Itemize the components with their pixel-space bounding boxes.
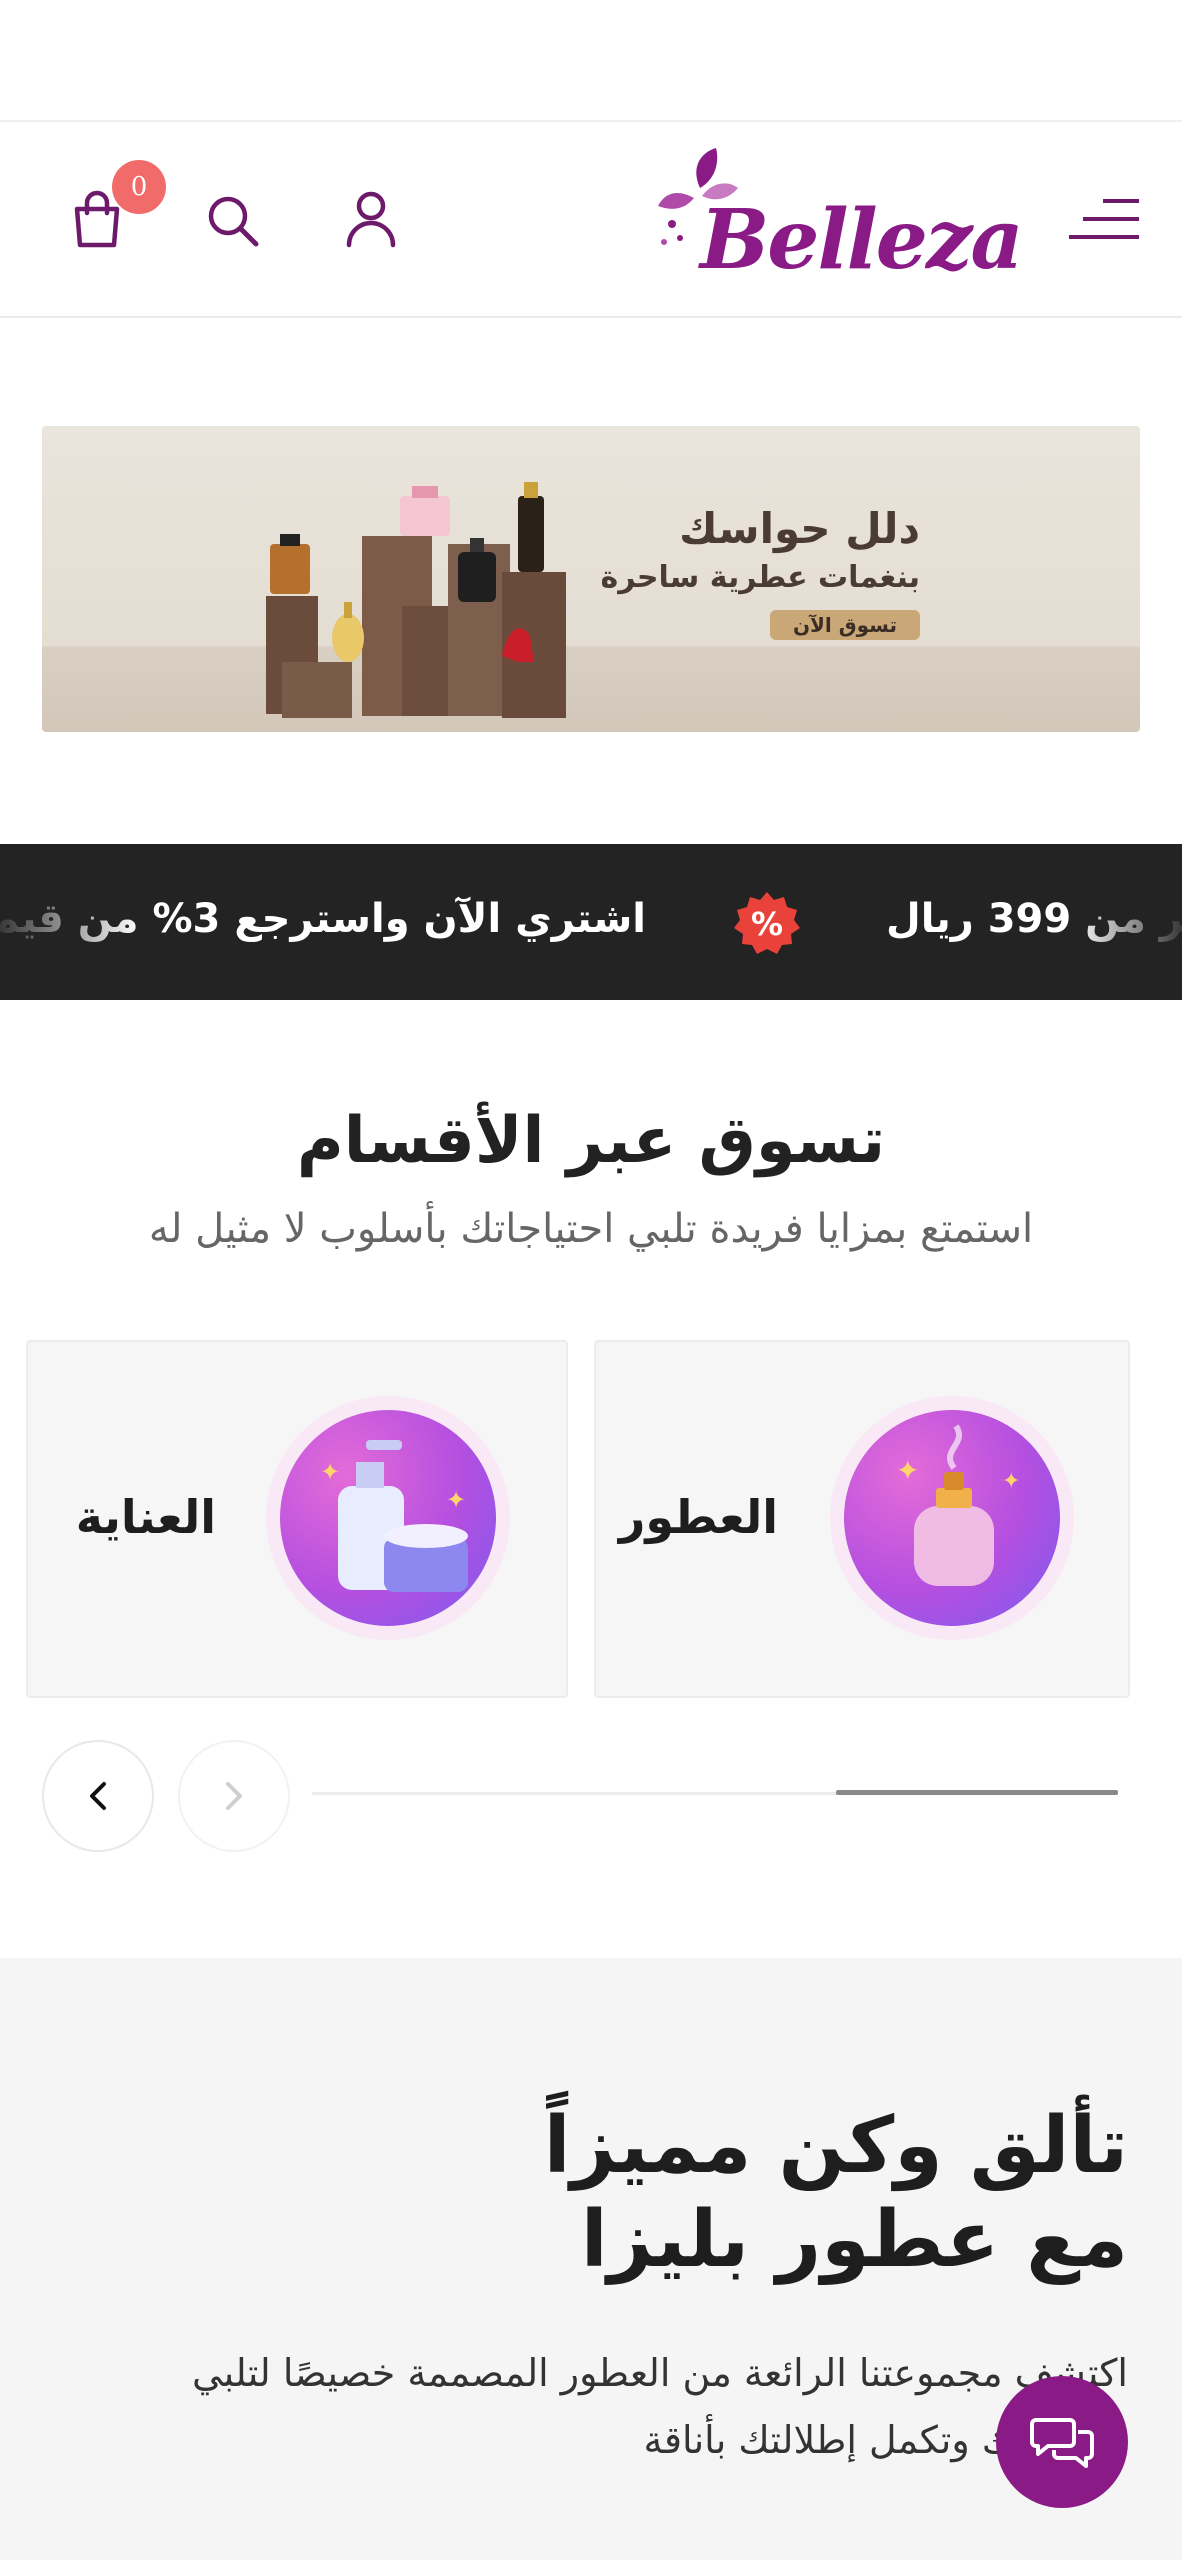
ticker-fade-right <box>1072 844 1182 1000</box>
user-icon <box>346 191 396 248</box>
chevron-right-icon <box>226 1782 242 1810</box>
banner-shop-now-button[interactable]: تسوق الآن <box>770 610 920 640</box>
top-strip <box>0 0 1182 122</box>
promo-title-line2: مع عطور بليزا <box>580 2194 1128 2285</box>
svg-text:✦: ✦ <box>896 1454 919 1487</box>
promo-ticker: كثر من 399 ريال اشتري الآن واسترجع 3% من… <box>0 844 1182 1000</box>
search-icon <box>208 196 259 247</box>
menu-icon <box>1069 199 1139 239</box>
slider-next-button[interactable] <box>178 1740 290 1852</box>
categories-subtitle: استمتع بمزايا فريدة تلبي احتياجاتك بأسلو… <box>148 1206 1034 1252</box>
hero-banner[interactable]: دلل حواسك بنغمات عطرية ساحرة تسوق الآن <box>42 426 1140 732</box>
category-label-care: العناية <box>75 1490 216 1544</box>
cart-count-badge: 0 <box>112 160 166 214</box>
promo-title-line1: تألق وكن مميزاً <box>543 2101 1128 2191</box>
banner-subtitle: بنغمات عطرية ساحرة <box>600 560 920 595</box>
promo-description: اكتشف مجموعتنا الرائعة من العطور المصممة… <box>192 2351 1128 2462</box>
banner-title: دلل حواسك <box>679 504 920 553</box>
ticker-fade-left <box>0 844 140 1000</box>
brand-wordmark: Belleza <box>700 192 1024 288</box>
category-card-care[interactable]: ✦ ✦ العناية <box>26 1340 568 1698</box>
chat-icon <box>1030 2418 1094 2468</box>
menu-button[interactable] <box>1062 182 1146 256</box>
svg-text:✦: ✦ <box>1002 1469 1020 1494</box>
brand-logo[interactable]: Belleza <box>650 148 1024 298</box>
svg-text:✦: ✦ <box>320 1458 340 1486</box>
search-button[interactable] <box>196 184 270 258</box>
perfume-icon: ✦ ✦ <box>844 1410 1060 1626</box>
promo-title: تألق وكن مميزاً مع عطور بليزا <box>544 2100 1128 2287</box>
svg-text:%: % <box>751 905 783 943</box>
category-card-perfumes[interactable]: ✦ ✦ العطور <box>594 1340 1130 1698</box>
account-button[interactable] <box>334 182 408 256</box>
chat-button[interactable] <box>996 2376 1128 2508</box>
site-header: 0 Belleza <box>0 122 1182 318</box>
chevron-left-icon <box>90 1782 106 1810</box>
category-label-perfumes: العطور <box>618 1490 778 1544</box>
categories-title: تسوق عبر الأقسام <box>296 1104 886 1178</box>
slider-prev-button[interactable] <box>42 1740 154 1852</box>
percent-badge-icon: % <box>734 890 800 956</box>
skincare-icon: ✦ ✦ <box>280 1410 496 1626</box>
slider-progress-fill <box>836 1790 1118 1795</box>
svg-text:✦: ✦ <box>446 1486 466 1514</box>
